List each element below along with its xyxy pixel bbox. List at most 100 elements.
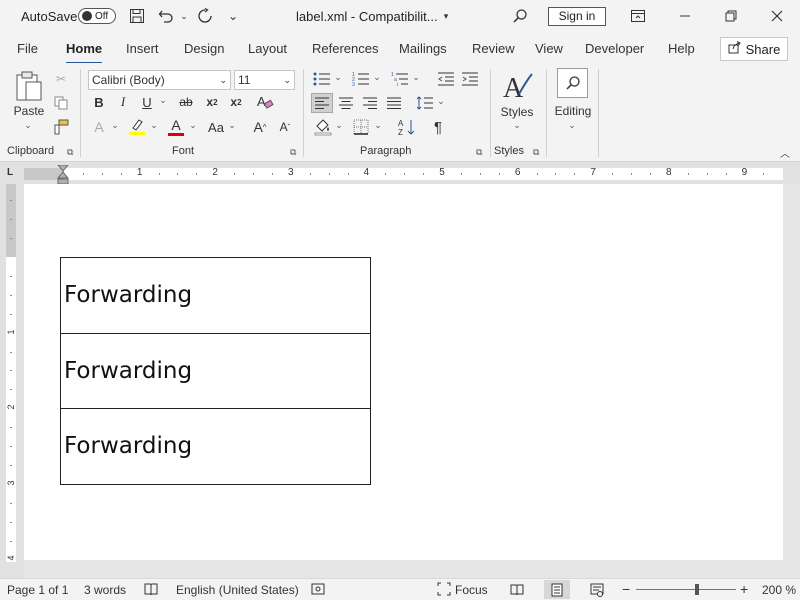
styles-dropdown-icon[interactable]: ⌄	[512, 120, 522, 131]
table-cell[interactable]: Forwarding	[60, 332, 371, 409]
tab-file[interactable]: File	[17, 41, 38, 56]
align-right-icon[interactable]	[359, 93, 381, 113]
indent-marker-icon[interactable]	[57, 165, 69, 185]
bullets-dropdown-icon[interactable]: ⌄	[333, 72, 343, 83]
shading-dropdown-icon[interactable]: ⌄	[334, 120, 344, 131]
tab-developer[interactable]: Developer	[585, 41, 644, 56]
italic-button[interactable]: I	[114, 93, 132, 111]
autosave-toggle[interactable]: Off	[78, 8, 116, 24]
increase-indent-icon[interactable]	[460, 70, 480, 88]
highlight-dropdown-icon[interactable]: ⌄	[149, 120, 159, 131]
line-spacing-dropdown-icon[interactable]: ⌄	[436, 96, 446, 107]
font-color-dropdown-icon[interactable]: ⌄	[188, 120, 198, 131]
tab-view[interactable]: View	[535, 41, 563, 56]
tab-layout[interactable]: Layout	[248, 41, 287, 56]
underline-dropdown-icon[interactable]: ⌄	[158, 95, 168, 106]
editing-label[interactable]: Editing	[550, 104, 596, 118]
ribbon-display-options-icon[interactable]	[625, 4, 651, 28]
multilevel-dropdown-icon[interactable]: ⌄	[411, 72, 421, 83]
tab-help[interactable]: Help	[668, 41, 695, 56]
styles-label[interactable]: Styles	[496, 105, 538, 119]
paste-icon[interactable]	[12, 69, 46, 103]
font-launcher-icon[interactable]: ⧉	[290, 147, 296, 158]
align-left-icon[interactable]	[311, 93, 333, 113]
print-layout-icon[interactable]	[544, 580, 570, 599]
font-size-combo[interactable]: 11 ⌄	[234, 70, 295, 90]
restore-icon[interactable]	[718, 4, 744, 28]
paste-label[interactable]: Paste	[10, 104, 48, 118]
styles-icon[interactable]: A	[500, 69, 534, 103]
underline-button[interactable]: U	[138, 93, 156, 111]
bold-button[interactable]: B	[90, 93, 108, 111]
change-case-button[interactable]: Aa	[205, 118, 227, 136]
cut-icon[interactable]: ✂	[53, 71, 69, 87]
superscript-button[interactable]: x2	[226, 93, 246, 111]
text-effects-button[interactable]: A	[90, 118, 108, 136]
numbering-icon[interactable]: 123	[351, 70, 371, 88]
page-count[interactable]: Page 1 of 1	[7, 583, 68, 597]
tab-design[interactable]: Design	[184, 41, 224, 56]
tab-mailings[interactable]: Mailings	[399, 41, 447, 56]
clipboard-launcher-icon[interactable]: ⧉	[67, 147, 73, 158]
label-table[interactable]: Forwarding Forwarding Forwarding	[60, 257, 371, 485]
shrink-font-button[interactable]: Aˇ	[275, 118, 295, 136]
sort-icon[interactable]: AZ	[396, 117, 418, 137]
align-center-icon[interactable]	[335, 93, 357, 113]
tab-home[interactable]: Home	[66, 41, 103, 64]
vertical-ruler[interactable]: 1 2 3 4	[6, 184, 16, 562]
focus-icon[interactable]	[437, 582, 451, 599]
copy-icon[interactable]	[53, 95, 69, 111]
undo-dropdown-icon[interactable]: ⌄	[173, 5, 195, 27]
zoom-slider-thumb[interactable]	[695, 584, 699, 595]
search-icon[interactable]	[509, 5, 531, 27]
redo-icon[interactable]	[194, 5, 216, 27]
minimize-icon[interactable]	[672, 4, 698, 28]
tab-references[interactable]: References	[312, 41, 378, 56]
styles-launcher-icon[interactable]: ⧉	[533, 147, 539, 158]
table-cell[interactable]: Forwarding	[60, 257, 371, 334]
zoom-in-button[interactable]: +	[740, 581, 748, 597]
web-layout-icon[interactable]	[584, 580, 610, 599]
multilevel-list-icon[interactable]: 1ai	[390, 70, 410, 88]
format-painter-icon[interactable]	[53, 119, 69, 135]
bullets-icon[interactable]	[312, 70, 332, 88]
paste-dropdown-icon[interactable]: ⌄	[22, 120, 34, 131]
justify-icon[interactable]	[383, 93, 405, 113]
customize-toolbar-icon[interactable]: ⌄	[222, 5, 244, 27]
borders-dropdown-icon[interactable]: ⌄	[373, 120, 383, 131]
subscript-button[interactable]: x2	[202, 93, 222, 111]
accessibility-icon[interactable]	[311, 582, 325, 599]
collapse-ribbon-icon[interactable]: ︿	[778, 146, 792, 160]
shading-icon[interactable]	[313, 117, 333, 137]
language-indicator[interactable]: English (United States)	[176, 583, 299, 597]
decrease-indent-icon[interactable]	[436, 70, 456, 88]
zoom-level[interactable]: 200 %	[762, 583, 796, 597]
grow-font-button[interactable]: A ^	[250, 118, 270, 136]
tab-selector[interactable]: L	[4, 167, 16, 179]
focus-mode-button[interactable]: Focus	[455, 583, 488, 597]
close-icon[interactable]	[764, 4, 790, 28]
zoom-slider[interactable]	[636, 589, 736, 590]
font-color-button[interactable]: A	[166, 116, 186, 138]
horizontal-ruler[interactable]: 1 2 3 4 5 6 7 8 9	[24, 167, 783, 180]
share-button[interactable]: Share	[720, 37, 788, 61]
font-name-combo[interactable]: Calibri (Body) ⌄	[88, 70, 231, 90]
save-icon[interactable]	[126, 5, 148, 27]
word-count[interactable]: 3 words	[84, 583, 126, 597]
highlight-color-icon[interactable]	[127, 117, 147, 137]
find-icon[interactable]	[557, 68, 588, 98]
strikethrough-button[interactable]: ab	[175, 93, 197, 111]
clear-formatting-icon[interactable]: A	[255, 93, 275, 111]
title-dropdown-icon[interactable]: ▾	[435, 5, 457, 27]
sign-in-button[interactable]: Sign in	[548, 7, 606, 26]
document-page[interactable]: Forwarding Forwarding Forwarding	[24, 184, 783, 560]
paragraph-launcher-icon[interactable]: ⧉	[476, 147, 482, 158]
table-cell[interactable]: Forwarding	[60, 408, 371, 485]
tab-insert[interactable]: Insert	[126, 41, 159, 56]
read-mode-icon[interactable]	[504, 580, 530, 599]
tab-review[interactable]: Review	[472, 41, 515, 56]
zoom-out-button[interactable]: −	[622, 581, 630, 597]
text-effects-dropdown-icon[interactable]: ⌄	[110, 120, 120, 131]
proofing-icon[interactable]	[144, 582, 158, 599]
editing-dropdown-icon[interactable]: ⌄	[567, 120, 577, 131]
